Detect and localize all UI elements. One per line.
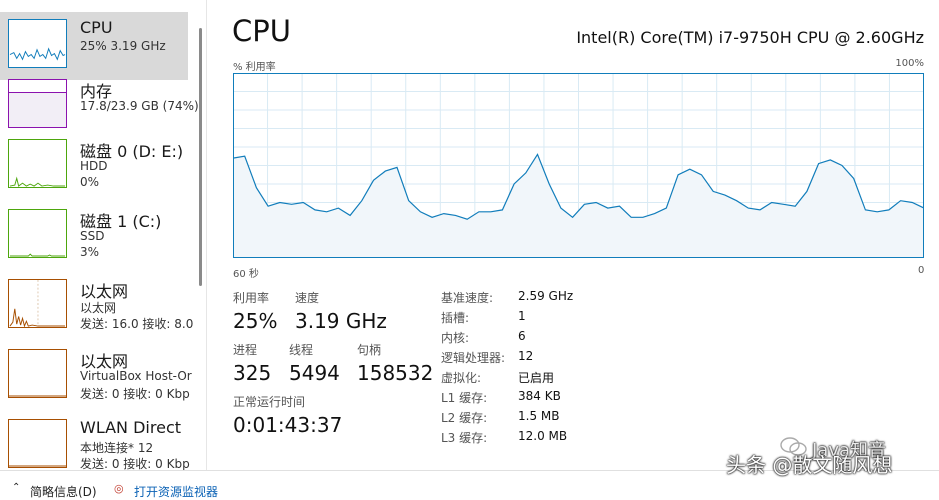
speed-value: 3.19 GHz — [295, 309, 387, 333]
sidebar-item-detail: VirtualBox Host-Or — [80, 369, 192, 383]
processes-stat: 进程 325 — [233, 341, 271, 385]
sidebar-item-ethernet-1[interactable]: 以太网 以太网 发送: 16.0 接收: 8.0 — [0, 272, 193, 340]
time-end-label: 0 — [918, 265, 925, 276]
processes-label: 进程 — [233, 343, 258, 357]
utilization-value: 25% — [233, 309, 278, 333]
spec-value: 12.0 MB — [518, 429, 568, 443]
spec-key: 基准速度: — [441, 291, 494, 305]
uptime-value: 0:01:43:37 — [233, 413, 343, 437]
sidebar-item-detail: 以太网 — [80, 301, 117, 315]
spec-value: 1.5 MB — [518, 409, 560, 423]
sidebar-item-detail: 本地连接* 12 — [80, 441, 154, 455]
sidebar-item-usage: 3% — [80, 245, 100, 259]
panel-divider — [206, 0, 207, 470]
sidebar-item-title: WLAN Direct — [80, 418, 182, 437]
spec-key: L2 缓存: — [441, 411, 488, 425]
disk-0-thumbnail-graph — [8, 139, 67, 188]
spec-key: L3 缓存: — [441, 431, 488, 445]
sidebar-item-wlan-direct[interactable]: WLAN Direct 本地连接* 12 发送: 0 接收: 0 Kbp — [0, 412, 190, 470]
spec-value: 6 — [518, 329, 526, 343]
threads-value: 5494 — [289, 361, 340, 385]
sidebar-item-disk-0[interactable]: 磁盘 0 (D: E:) HDD 0% — [0, 132, 188, 200]
spec-key: 虚拟化: — [441, 371, 482, 385]
spec-key: L1 缓存: — [441, 391, 488, 405]
sidebar-item-cpu[interactable]: CPU 25% 3.19 GHz — [0, 12, 188, 80]
chevron-up-icon[interactable]: ⌃ — [12, 482, 20, 493]
handles-stat: 句柄 158532 — [357, 341, 433, 385]
wlan-thumbnail-graph — [8, 419, 67, 468]
sidebar-item-memory[interactable]: 内存 17.8/23.9 GB (74%) — [0, 72, 199, 140]
sidebar-item-title: CPU — [80, 18, 113, 37]
utilization-axis-label: % 利用率 — [233, 62, 276, 73]
speed-stat: 速度 3.19 GHz — [295, 289, 387, 333]
open-resource-monitor-link[interactable]: 打开资源监视器 — [134, 483, 218, 500]
performance-sidebar: CPU 25% 3.19 GHz 内存 17.8/23.9 GB (74%) 磁… — [0, 0, 200, 470]
sidebar-item-usage: 0% — [80, 175, 100, 189]
spec-value: 12 — [518, 349, 534, 363]
sidebar-item-ethernet-2[interactable]: 以太网 VirtualBox Host-Or 发送: 0 接收: 0 Kbp — [0, 342, 192, 410]
sidebar-item-detail: 17.8/23.9 GB (74%) — [80, 99, 199, 113]
processes-value: 325 — [233, 361, 272, 385]
speed-label: 速度 — [295, 291, 320, 305]
max-percent-label: 100% — [895, 58, 924, 69]
disk-1-thumbnail-graph — [8, 209, 67, 258]
handles-value: 158532 — [357, 361, 434, 385]
cpu-utilization-graph — [233, 73, 924, 258]
sidebar-item-throughput: 发送: 0 接收: 0 Kbp — [80, 387, 190, 401]
spec-key: 逻辑处理器: — [441, 351, 506, 365]
uptime-stat: 正常运行时间 0:01:43:37 — [233, 393, 342, 437]
resource-monitor-icon: ◎ — [114, 482, 124, 495]
spec-key: 插槽: — [441, 311, 470, 325]
handles-label: 句柄 — [357, 343, 382, 357]
spec-value: 384 KB — [518, 389, 561, 403]
utilization-stat: 利用率 25% — [233, 289, 277, 333]
cpu-thumbnail-graph — [8, 19, 67, 68]
sidebar-item-detail: SSD — [80, 229, 105, 243]
ethernet-2-thumbnail-graph — [8, 349, 67, 398]
spec-value: 2.59 GHz — [518, 289, 574, 303]
spec-value: 1 — [518, 309, 526, 323]
time-span-label: 60 秒 — [233, 269, 259, 280]
sidebar-item-detail: HDD — [80, 159, 108, 173]
cpu-model-name: Intel(R) Core(TM) i7-9750H CPU @ 2.60GHz — [576, 28, 924, 47]
ethernet-1-thumbnail-graph — [8, 279, 67, 328]
sidebar-item-throughput: 发送: 16.0 接收: 8.0 — [80, 317, 194, 331]
memory-thumbnail-graph — [8, 79, 67, 128]
threads-stat: 线程 5494 — [289, 341, 340, 385]
sidebar-item-disk-1[interactable]: 磁盘 1 (C:) SSD 3% — [0, 202, 188, 270]
uptime-label: 正常运行时间 — [233, 395, 306, 409]
sidebar-scrollbar[interactable] — [199, 28, 202, 286]
threads-label: 线程 — [289, 343, 314, 357]
utilization-label: 利用率 — [233, 291, 270, 305]
sidebar-item-throughput: 发送: 0 接收: 0 Kbp — [80, 457, 190, 470]
page-title: CPU — [232, 14, 291, 48]
spec-value: 已启用 — [518, 371, 555, 385]
fewer-details-link[interactable]: 简略信息(D) — [30, 483, 97, 500]
sidebar-item-detail: 25% 3.19 GHz — [80, 39, 166, 53]
spec-key: 内核: — [441, 331, 470, 345]
watermark-bottom: 头条 @散文随风想 — [726, 453, 893, 477]
